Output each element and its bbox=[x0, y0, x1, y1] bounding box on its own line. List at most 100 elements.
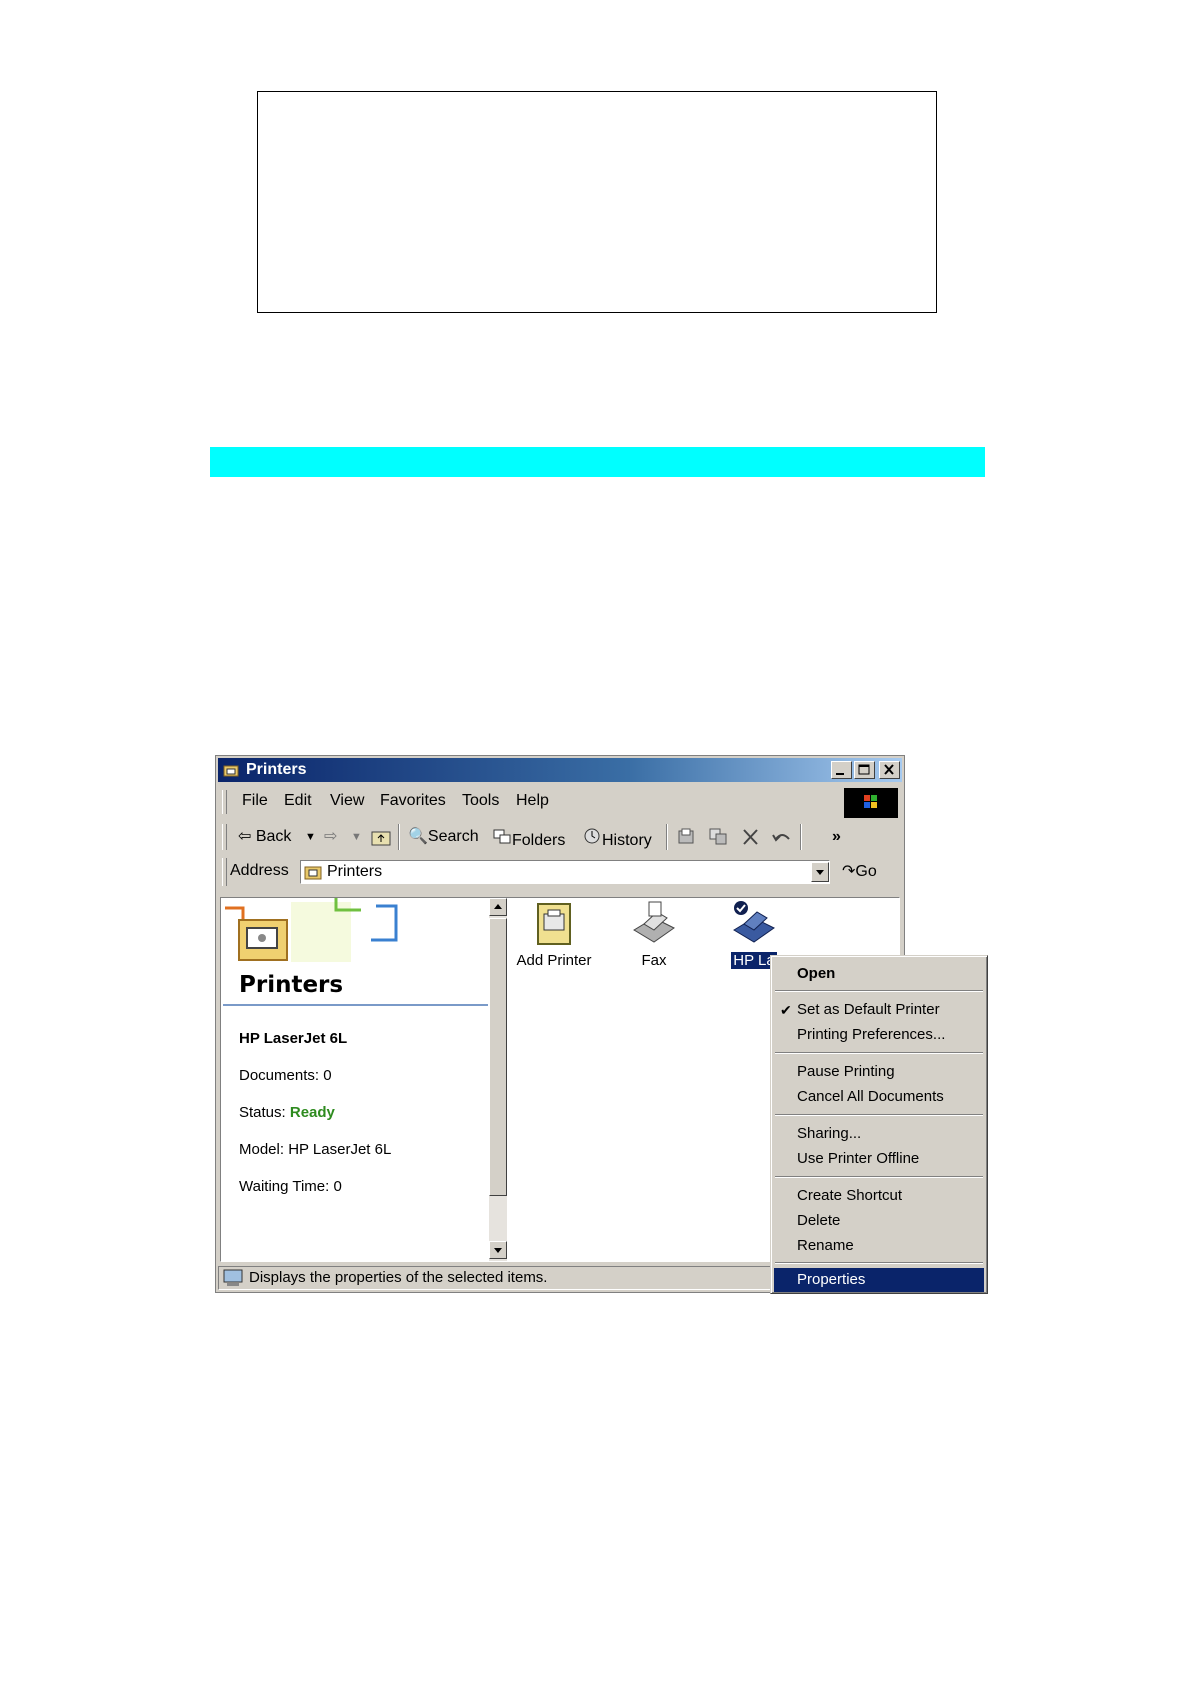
window-title: Printers bbox=[246, 761, 307, 778]
vertical-scrollbar[interactable] bbox=[489, 898, 507, 1261]
menu-edit[interactable]: Edit bbox=[284, 792, 312, 810]
menu-item-open[interactable]: Open bbox=[774, 962, 984, 986]
waiting-time: Waiting Time: 0 bbox=[239, 1178, 342, 1195]
menu-item-sharing[interactable]: Sharing... bbox=[774, 1122, 984, 1146]
address-bar: Address Printers ↷Go bbox=[220, 856, 900, 888]
delete-icon bbox=[743, 829, 758, 845]
address-grip bbox=[222, 858, 227, 886]
move-to-button[interactable] bbox=[676, 827, 698, 847]
scroll-down-button[interactable] bbox=[489, 1241, 507, 1259]
menu-item-printing-preferences[interactable]: Printing Preferences... bbox=[774, 1023, 984, 1047]
address-value: Printers bbox=[327, 863, 383, 880]
menu-grip bbox=[222, 790, 227, 814]
title-bar[interactable]: Printers bbox=[218, 758, 902, 782]
maximize-icon bbox=[858, 764, 870, 775]
menu-separator bbox=[775, 1114, 983, 1116]
highlight-bar bbox=[210, 447, 985, 477]
toolbar-separator bbox=[666, 824, 668, 850]
menu-file[interactable]: File bbox=[242, 792, 268, 810]
undo-button[interactable] bbox=[770, 827, 794, 847]
menu-item-pause-printing[interactable]: Pause Printing bbox=[774, 1060, 984, 1084]
menu-view[interactable]: View bbox=[330, 792, 364, 810]
status-label: Status: bbox=[239, 1104, 286, 1121]
toolbar-separator bbox=[398, 824, 400, 850]
set-default-label: Set as Default Printer bbox=[797, 1001, 940, 1018]
pane-divider bbox=[223, 1004, 488, 1006]
menu-separator bbox=[775, 990, 983, 992]
scroll-thumb[interactable] bbox=[489, 918, 507, 1196]
address-label: Address bbox=[230, 862, 289, 879]
menu-favorites[interactable]: Favorites bbox=[380, 792, 446, 810]
up-folder-button[interactable] bbox=[370, 827, 392, 847]
minimize-icon bbox=[836, 773, 844, 775]
chevron-up-icon bbox=[494, 904, 502, 909]
menu-bar: File Edit View Favorites Tools Help bbox=[220, 788, 840, 816]
folders-icon bbox=[493, 829, 511, 844]
checkmark-icon: ✔ bbox=[780, 1002, 792, 1018]
address-dropdown-button[interactable] bbox=[811, 862, 829, 882]
info-pane: Printers HP LaserJet 6L Documents: 0 Sta… bbox=[221, 898, 491, 1261]
menu-item-properties[interactable]: Properties bbox=[774, 1268, 984, 1292]
model-info: Model: HP LaserJet 6L bbox=[239, 1141, 392, 1158]
minimize-button[interactable] bbox=[831, 761, 852, 779]
add-printer-icon bbox=[537, 903, 571, 945]
fax-label: Fax bbox=[641, 952, 667, 969]
toolbar-overflow-chevron-icon[interactable]: » bbox=[832, 827, 841, 847]
menu-help[interactable]: Help bbox=[516, 792, 549, 810]
history-button[interactable]: History bbox=[582, 827, 652, 849]
search-icon: 🔍 bbox=[408, 828, 428, 845]
close-icon bbox=[884, 764, 894, 775]
menu-item-delete[interactable]: Delete bbox=[774, 1209, 984, 1233]
move-to-icon bbox=[678, 828, 694, 844]
add-printer-label: Add Printer bbox=[516, 952, 592, 969]
menu-item-set-default[interactable]: ✔ Set as Default Printer bbox=[774, 998, 984, 1022]
pane-title: Printers bbox=[239, 972, 344, 998]
menu-separator bbox=[775, 1052, 983, 1054]
menu-separator bbox=[775, 1262, 983, 1264]
delete-button[interactable] bbox=[740, 827, 762, 847]
printers-folder-icon bbox=[223, 765, 239, 777]
up-folder-icon bbox=[371, 831, 391, 846]
printers-folder-icon bbox=[304, 866, 322, 880]
go-button[interactable]: ↷Go bbox=[842, 860, 877, 884]
folders-button[interactable]: Folders bbox=[492, 827, 566, 849]
menu-item-rename[interactable]: Rename bbox=[774, 1234, 984, 1258]
forward-dropdown-icon[interactable]: ▼ bbox=[351, 827, 362, 847]
menu-separator bbox=[775, 1176, 983, 1178]
chevron-down-icon bbox=[816, 870, 824, 875]
scroll-up-button[interactable] bbox=[489, 898, 507, 916]
close-button[interactable] bbox=[879, 761, 900, 779]
back-label: Back bbox=[255, 828, 292, 845]
address-input[interactable]: Printers bbox=[300, 860, 830, 884]
undo-icon bbox=[772, 834, 790, 842]
menu-tools[interactable]: Tools bbox=[462, 792, 499, 810]
default-printer-icon bbox=[733, 901, 775, 943]
history-label: History bbox=[602, 832, 652, 849]
forward-button[interactable]: ⇨ bbox=[324, 827, 337, 847]
copy-to-button[interactable] bbox=[708, 827, 730, 847]
back-dropdown-icon[interactable]: ▼ bbox=[305, 827, 316, 847]
search-button[interactable]: 🔍Search bbox=[408, 827, 479, 847]
printer-context-menu: Open ✔ Set as Default Printer Printing P… bbox=[770, 955, 988, 1294]
documents-count: Documents: 0 bbox=[239, 1067, 332, 1084]
go-arrow-icon: ↷ bbox=[842, 863, 856, 880]
go-label: Go bbox=[855, 863, 877, 880]
computer-icon bbox=[223, 1269, 243, 1286]
toolbar-separator bbox=[800, 824, 802, 850]
add-printer-item[interactable]: Add Printer bbox=[509, 900, 599, 969]
chevron-down-icon bbox=[494, 1248, 502, 1253]
menu-item-use-offline[interactable]: Use Printer Offline bbox=[774, 1147, 984, 1171]
status-line: Status: Ready bbox=[239, 1104, 335, 1121]
menu-item-create-shortcut[interactable]: Create Shortcut bbox=[774, 1184, 984, 1208]
empty-frame bbox=[257, 91, 937, 313]
history-icon bbox=[584, 828, 600, 844]
toolbar-grip bbox=[222, 824, 227, 850]
status-value: Ready bbox=[289, 1104, 335, 1121]
menu-item-cancel-all[interactable]: Cancel All Documents bbox=[774, 1085, 984, 1109]
folders-label: Folders bbox=[512, 832, 566, 849]
printers-header-graphic-icon bbox=[225, 898, 398, 962]
fax-icon bbox=[633, 901, 675, 943]
back-button[interactable]: ⇦ Back bbox=[238, 827, 291, 847]
maximize-button[interactable] bbox=[854, 761, 875, 779]
fax-item[interactable]: Fax bbox=[609, 900, 699, 969]
